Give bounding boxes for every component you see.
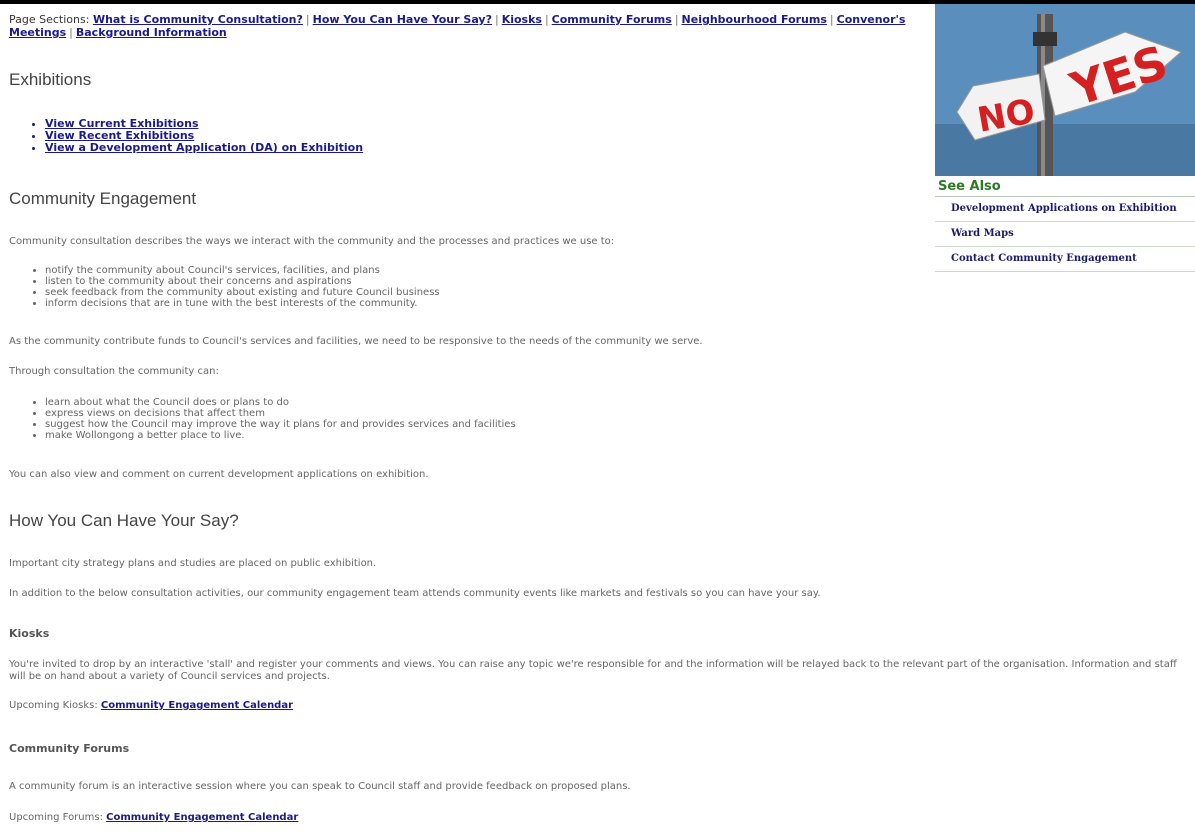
- community-engagement-heading: Community Engagement: [9, 189, 197, 208]
- sidebar-item-contact-engagement[interactable]: Contact Community Engagement: [935, 247, 1195, 272]
- engagement-list-2: learn about what the Council does or pla…: [35, 397, 516, 441]
- sidebar: NO YES See Also Development Applications…: [935, 4, 1195, 272]
- have-your-say-heading: How You Can Have Your Say?: [9, 511, 239, 530]
- have-say-para-1: Important city strategy plans and studie…: [9, 558, 377, 569]
- engagement-list-1: notify the community about Council's ser…: [35, 265, 440, 309]
- sign-graphic: NO YES: [935, 4, 1195, 176]
- section-link-have-say[interactable]: How You Can Have Your Say?: [313, 13, 492, 26]
- forums-para: A community forum is an interactive sess…: [9, 781, 631, 792]
- no-yes-sign-image: NO YES: [935, 4, 1195, 176]
- list-item: suggest how the Council may improve the …: [45, 419, 516, 430]
- kiosks-upcoming: Upcoming Kiosks: Community Engagement Ca…: [9, 700, 293, 712]
- exhibitions-heading: Exhibitions: [9, 70, 92, 89]
- upcoming-forums-label: Upcoming Forums:: [9, 812, 103, 823]
- list-item: listen to the community about their conc…: [45, 276, 440, 287]
- list-item: learn about what the Council does or pla…: [45, 397, 516, 408]
- list-item: seek feedback from the community about e…: [45, 287, 440, 298]
- see-also-heading: See Also: [935, 177, 1195, 197]
- list-item: make Wollongong a better place to live.: [45, 430, 516, 441]
- section-link-background[interactable]: Background Information: [76, 26, 227, 39]
- view-da-exhibition-link[interactable]: View a Development Application (DA) on E…: [45, 141, 363, 154]
- community-forums-heading: Community Forums: [9, 742, 130, 755]
- engagement-para-2: As the community contribute funds to Cou…: [9, 336, 703, 347]
- engagement-para-4: You can also view and comment on current…: [9, 469, 429, 480]
- kiosks-calendar-link[interactable]: Community Engagement Calendar: [101, 700, 293, 711]
- forums-upcoming: Upcoming Forums: Community Engagement Ca…: [9, 812, 298, 824]
- kiosks-heading: Kiosks: [9, 627, 50, 640]
- sidebar-item-ward-maps[interactable]: Ward Maps: [935, 222, 1195, 247]
- have-say-para-2: In addition to the below consultation ac…: [9, 588, 821, 599]
- forums-calendar-link[interactable]: Community Engagement Calendar: [106, 812, 298, 823]
- list-item: notify the community about Council's ser…: [45, 265, 440, 276]
- page-sections-label: Page Sections:: [9, 13, 90, 26]
- engagement-intro: Community consultation describes the way…: [9, 236, 615, 247]
- section-link-neighbourhood-forums[interactable]: Neighbourhood Forums: [682, 13, 827, 26]
- list-item: View a Development Application (DA) on E…: [45, 142, 363, 154]
- sidebar-item-development-applications[interactable]: Development Applications on Exhibition: [935, 197, 1195, 222]
- list-item: inform decisions that are in tune with t…: [45, 298, 440, 309]
- kiosks-para: You're invited to drop by an interactive…: [9, 659, 1177, 682]
- exhibitions-links: View Current Exhibitions View Recent Exh…: [35, 118, 363, 154]
- section-link-kiosks[interactable]: Kiosks: [502, 13, 542, 26]
- engagement-para-3: Through consultation the community can:: [9, 366, 219, 377]
- upcoming-kiosks-label: Upcoming Kiosks:: [9, 700, 98, 711]
- section-link-community-forums[interactable]: Community Forums: [552, 13, 672, 26]
- list-item: express views on decisions that affect t…: [45, 408, 516, 419]
- page-sections-nav: Page Sections: What is Community Consult…: [9, 13, 906, 39]
- section-link-what-is[interactable]: What is Community Consultation?: [93, 13, 303, 26]
